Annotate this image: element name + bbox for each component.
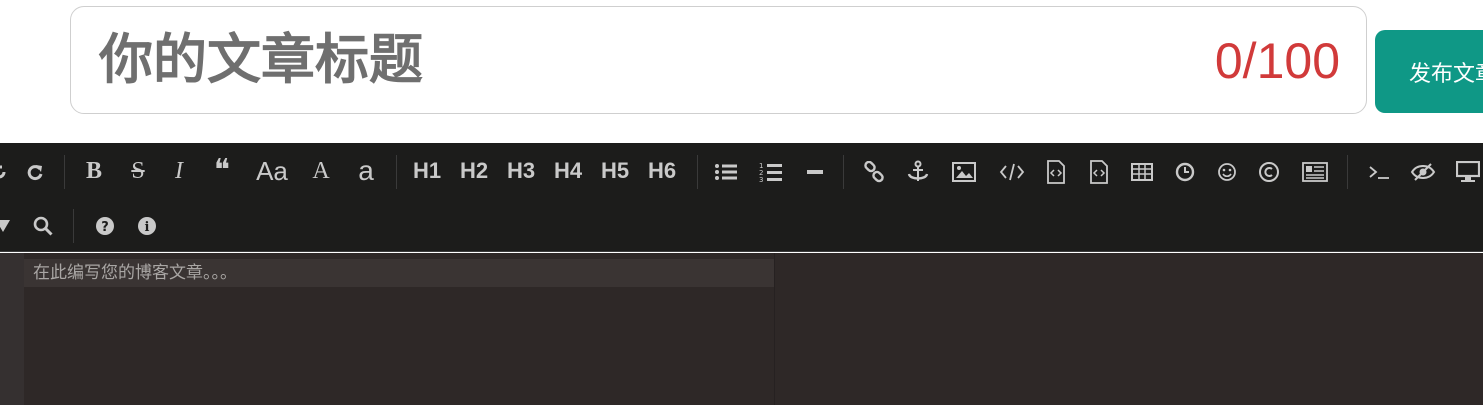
pagebreak-icon[interactable] [1300,147,1330,195]
line-number-gutter [0,253,24,405]
preformatted-icon[interactable] [1086,147,1112,195]
markdown-editor[interactable]: 在此编写您的博客文章。。。 [0,253,1483,405]
h6-button[interactable]: H6 [645,147,679,195]
svg-text:?: ? [101,220,109,235]
toolbar-separator [1347,155,1348,189]
code-block-icon[interactable] [1043,147,1069,195]
goto-line-icon[interactable] [1364,147,1394,195]
ucfirst-icon[interactable]: A [308,147,334,195]
svg-text:3: 3 [759,176,763,183]
search-icon[interactable] [30,201,56,249]
fullscreen-icon[interactable] [0,201,12,249]
redo-icon[interactable] [22,147,48,195]
h2-button[interactable]: H2 [457,147,491,195]
unwatch-icon[interactable] [1408,147,1438,195]
preview-icon[interactable] [1454,147,1482,195]
ordered-list-icon[interactable]: 123 [757,147,785,195]
toolbar-row-2: ? i [0,201,1483,249]
help-icon[interactable]: ? [92,201,118,249]
h5-button[interactable]: H5 [598,147,632,195]
toolbar-separator [73,209,74,243]
anchor-icon[interactable] [904,147,932,195]
table-icon[interactable] [1128,147,1156,195]
title-char-counter: 0/100 [1214,33,1340,89]
toolbar-separator [843,155,844,189]
bold-icon[interactable]: B [80,147,108,195]
strikethrough-icon[interactable]: S [124,147,152,195]
svg-text:i: i [145,220,150,235]
editor-toolbar: B S I ❝ Aa A a H1 H2 H3 H4 H5 H6 123 ? i [0,143,1483,252]
quote-icon[interactable]: ❝ [208,147,236,195]
toolbar-separator [396,155,397,189]
html-entities-icon[interactable] [1256,147,1282,195]
emoji-icon[interactable] [1214,147,1240,195]
undo-icon[interactable] [0,147,12,195]
h4-button[interactable]: H4 [551,147,585,195]
info-icon[interactable]: i [134,201,160,249]
datetime-icon[interactable] [1172,147,1198,195]
article-title-input[interactable]: 你的文章标题 0/100 [70,6,1367,114]
link-icon[interactable] [860,147,888,195]
editor-placeholder: 在此编写您的博客文章。。。 [33,263,237,283]
h1-button[interactable]: H1 [410,147,444,195]
toolbar-row-1: B S I ❝ Aa A a H1 H2 H3 H4 H5 H6 123 [0,147,1483,195]
h3-button[interactable]: H3 [504,147,538,195]
article-title-placeholder: 你的文章标题 [99,28,423,91]
toolbar-separator [697,155,698,189]
italic-icon[interactable]: I [166,147,192,195]
image-icon[interactable] [950,147,978,195]
horizontal-rule-icon[interactable] [802,147,828,195]
unordered-list-icon[interactable] [712,147,740,195]
uppercase-icon[interactable]: Aa [252,147,292,195]
code-icon[interactable] [997,147,1027,195]
editor-preview-divider [774,253,775,405]
toolbar-separator [64,155,65,189]
publish-article-button[interactable]: 发布文章 [1375,30,1483,113]
lowercase-icon[interactable]: a [352,147,380,195]
